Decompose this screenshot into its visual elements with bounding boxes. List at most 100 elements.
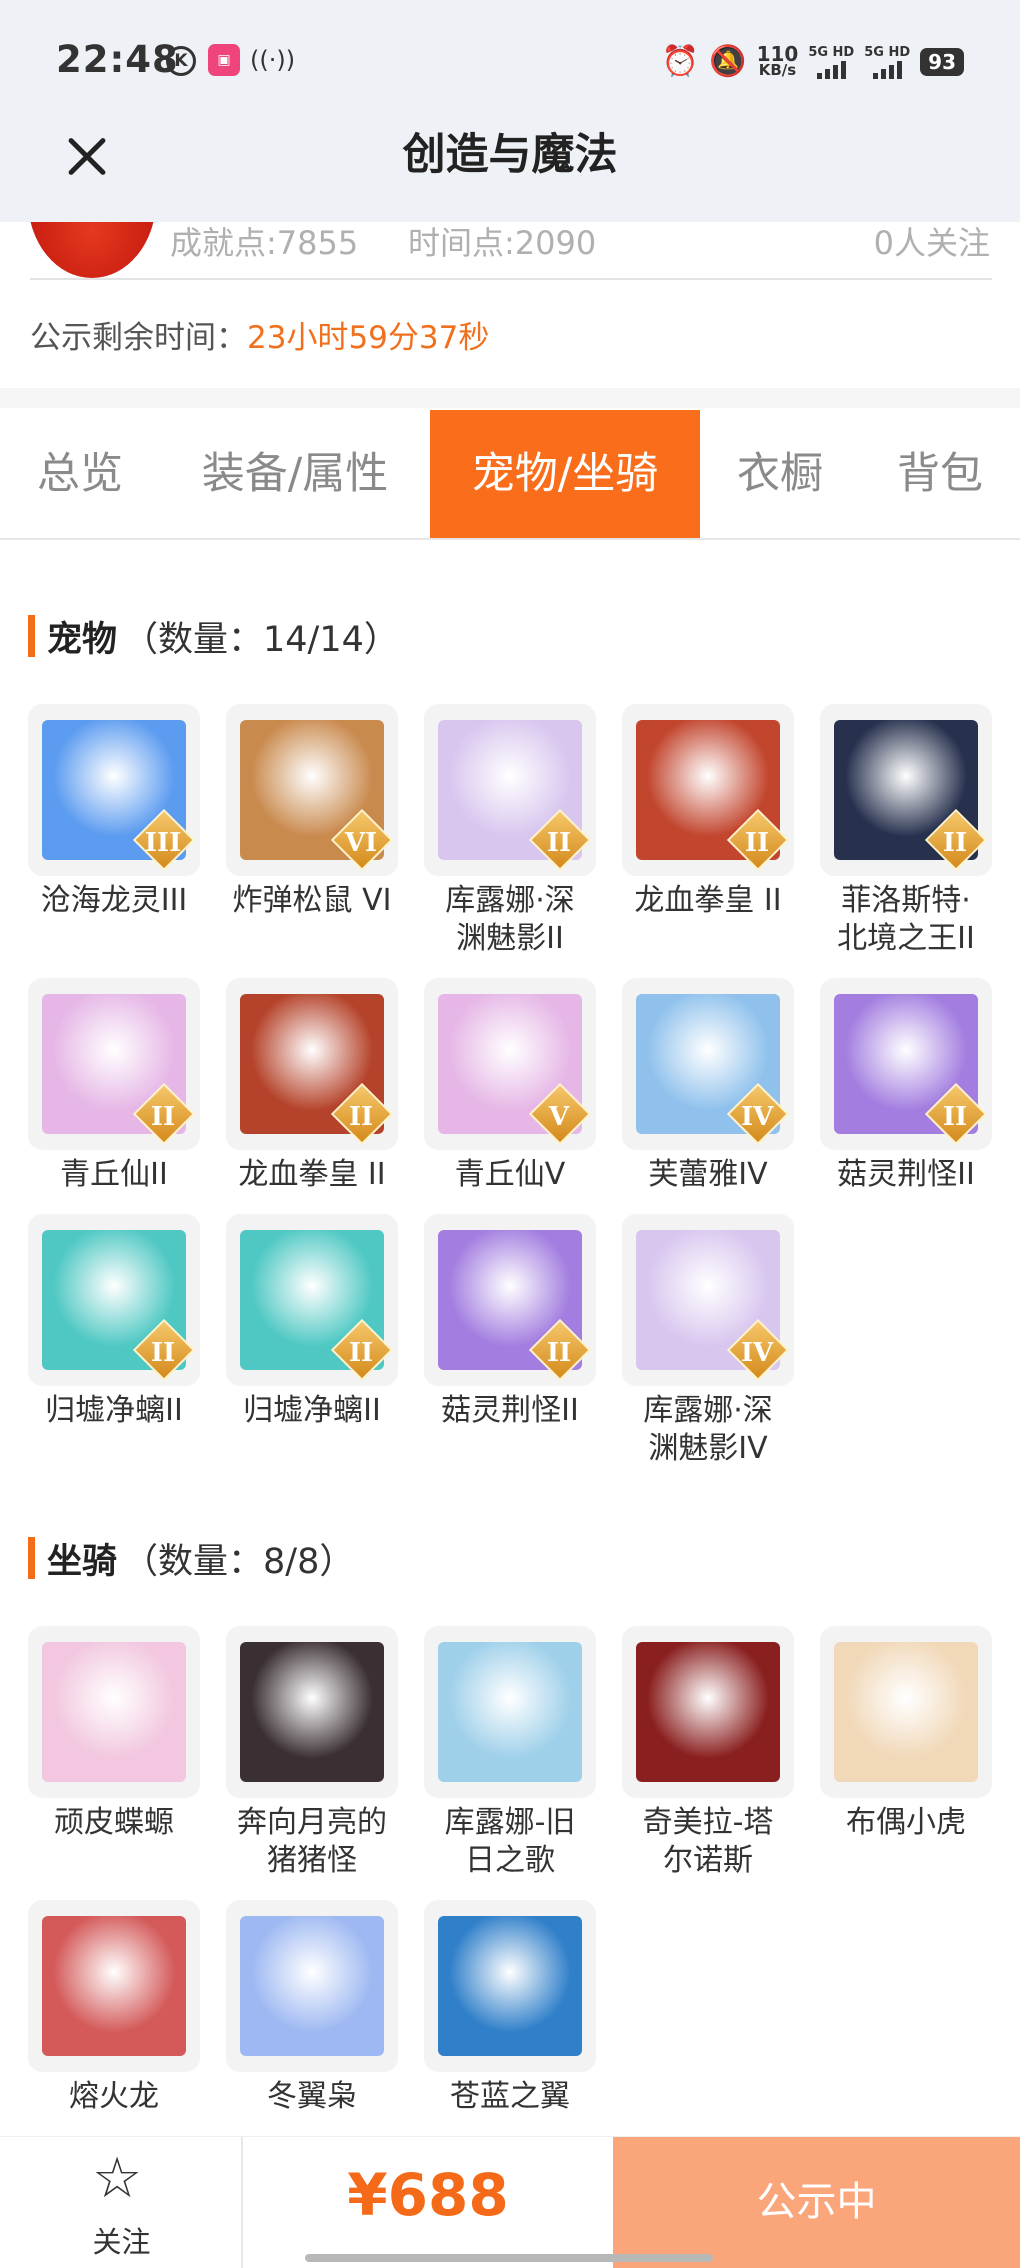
- signal-label: 5G HD: [808, 44, 855, 60]
- pet-item[interactable]: IV 芙蕾雅IV: [622, 978, 820, 1194]
- pet-name: 芙蕾雅IV: [648, 1157, 768, 1192]
- rank-badge-text: IV: [740, 1338, 774, 1368]
- network-speed: 110 KB/s: [756, 42, 799, 79]
- home-indicator[interactable]: [305, 2254, 713, 2262]
- mount-name: 奇美拉-塔 尔诺斯: [642, 1805, 774, 1878]
- pet-thumbnail: II: [424, 1214, 596, 1386]
- pet-item[interactable]: VI 炸弹松鼠 VI: [226, 704, 424, 920]
- mount-item[interactable]: 奔向月亮的 猪猪怪: [226, 1626, 424, 1880]
- pet-item[interactable]: II 龙血拳皇 II: [226, 978, 424, 1194]
- mount-thumbnail: [28, 1900, 200, 2072]
- tab-bar: 总览 装备/属性 宠物/坐骑 衣橱 背包: [0, 410, 1020, 538]
- pet-name: 菲洛斯特· 北境之王II: [837, 883, 975, 956]
- bottom-bar: ☆ 关注 ¥688 公示中: [0, 2136, 1020, 2268]
- mount-name: 布偶小虎: [846, 1805, 966, 1840]
- mount-image: [636, 1642, 780, 1782]
- signal-icon: 5G HD: [808, 46, 854, 79]
- achievement-points: 成就点:7855: [170, 224, 359, 262]
- mount-item[interactable]: 熔火龙: [28, 1900, 226, 2116]
- rank-badge-text: II: [348, 1102, 374, 1132]
- tab-pets-mounts[interactable]: 宠物/坐骑: [430, 410, 700, 538]
- pet-thumbnail: II: [28, 978, 200, 1150]
- tab-bag[interactable]: 背包: [875, 410, 1005, 538]
- mount-item[interactable]: 冬翼枭: [226, 1900, 424, 2116]
- k-circle-icon: K: [166, 46, 196, 76]
- mount-image: [438, 1916, 582, 2056]
- battery-icon: 93: [920, 48, 964, 76]
- pet-item[interactable]: IV 库露娜·深 渊魅影IV: [622, 1214, 820, 1468]
- pet-name: 龙血拳皇 II: [238, 1157, 386, 1192]
- follow-label: 关注: [92, 2225, 151, 2259]
- pet-thumbnail: II: [226, 1214, 398, 1386]
- pet-name: 炸弹松鼠 VI: [232, 883, 392, 918]
- tab-equipment[interactable]: 装备/属性: [180, 410, 410, 538]
- mount-thumbnail: [226, 1900, 398, 2072]
- tab-overview[interactable]: 总览: [0, 410, 160, 538]
- follow-button[interactable]: ☆ 关注: [0, 2137, 243, 2268]
- status-action-button[interactable]: 公示中: [613, 2137, 1020, 2268]
- mount-item[interactable]: 奇美拉-塔 尔诺斯: [622, 1626, 820, 1880]
- pet-name: 菇灵荆怪II: [837, 1157, 975, 1192]
- mount-thumbnail: [28, 1626, 200, 1798]
- rank-badge-text: II: [942, 1102, 968, 1132]
- tab-underline: [0, 538, 1020, 540]
- rank-badge-text: II: [150, 1102, 176, 1132]
- mount-name: 冬翼枭: [267, 2079, 357, 2114]
- pet-item[interactable]: II 菇灵荆怪II: [820, 978, 1018, 1194]
- pet-item[interactable]: II 菇灵荆怪II: [424, 1214, 622, 1430]
- pet-name: 龙血拳皇 II: [634, 883, 782, 918]
- pet-item[interactable]: II 归墟净螭II: [28, 1214, 226, 1430]
- mount-name: 奔向月亮的 猪猪怪: [237, 1805, 387, 1878]
- pet-item[interactable]: II 龙血拳皇 II: [622, 704, 820, 920]
- mount-thumbnail: [820, 1626, 992, 1798]
- pet-name: 库露娜·深 渊魅影IV: [643, 1393, 773, 1466]
- pet-thumbnail: IV: [622, 978, 794, 1150]
- mount-item[interactable]: 苍蓝之翼: [424, 1900, 622, 2116]
- price: ¥688: [347, 2161, 509, 2229]
- pet-item[interactable]: II 库露娜·深 渊魅影II: [424, 704, 622, 958]
- time-points: 时间点:2090: [408, 224, 597, 262]
- mount-image: [42, 1642, 186, 1782]
- mount-item[interactable]: 顽皮蝶螈: [28, 1626, 226, 1842]
- rank-badge-text: II: [348, 1338, 374, 1368]
- app-icon: ▣: [208, 44, 240, 76]
- mount-image: [240, 1916, 384, 2056]
- mounts-count: （数量：8/8）: [123, 1541, 355, 1582]
- pet-name: 青丘仙II: [60, 1157, 168, 1192]
- tab-wardrobe[interactable]: 衣橱: [715, 410, 845, 538]
- mount-thumbnail: [622, 1626, 794, 1798]
- rank-badge-text: II: [546, 828, 572, 858]
- pet-thumbnail: II: [820, 978, 992, 1150]
- pet-item[interactable]: II 菲洛斯特· 北境之王II: [820, 704, 1018, 958]
- pet-thumbnail: II: [820, 704, 992, 876]
- pet-item[interactable]: III 沧海龙灵III: [28, 704, 226, 920]
- mount-item[interactable]: 布偶小虎: [820, 1626, 1018, 1842]
- pet-thumbnail: II: [622, 704, 794, 876]
- pet-item[interactable]: V 青丘仙V: [424, 978, 622, 1194]
- pet-thumbnail: V: [424, 978, 596, 1150]
- mount-name: 熔火龙: [69, 2079, 159, 2114]
- pet-thumbnail: IV: [622, 1214, 794, 1386]
- rank-badge-text: II: [744, 828, 770, 858]
- mount-image: [240, 1642, 384, 1782]
- status-bar: 22:48 K ▣ ((·)) ⏰ 🔕 110 KB/s 5G HD 5G HD…: [0, 0, 1020, 128]
- rank-badge-text: III: [144, 828, 182, 858]
- mount-image: [834, 1642, 978, 1782]
- pet-item[interactable]: II 归墟净螭II: [226, 1214, 424, 1430]
- nfc-icon: ((·)): [250, 46, 296, 74]
- section-gap: [0, 388, 1020, 408]
- rank-badge-text: VI: [344, 828, 378, 858]
- speed-unit: KB/s: [758, 61, 797, 79]
- alarm-icon: ⏰: [661, 44, 700, 79]
- mount-name: 库露娜-旧 日之歌: [444, 1805, 576, 1878]
- mount-thumbnail: [226, 1626, 398, 1798]
- section-accent: [28, 615, 35, 657]
- pets-count: （数量：14/14）: [123, 619, 399, 660]
- pet-item[interactable]: II 青丘仙II: [28, 978, 226, 1194]
- pet-name: 菇灵荆怪II: [441, 1393, 579, 1428]
- notice-value: 23小时59分37秒: [247, 320, 490, 356]
- mount-item[interactable]: 库露娜-旧 日之歌: [424, 1626, 622, 1880]
- speed-value: 110: [756, 42, 799, 66]
- pet-name: 库露娜·深 渊魅影II: [445, 883, 575, 956]
- status-time: 22:48: [56, 38, 179, 81]
